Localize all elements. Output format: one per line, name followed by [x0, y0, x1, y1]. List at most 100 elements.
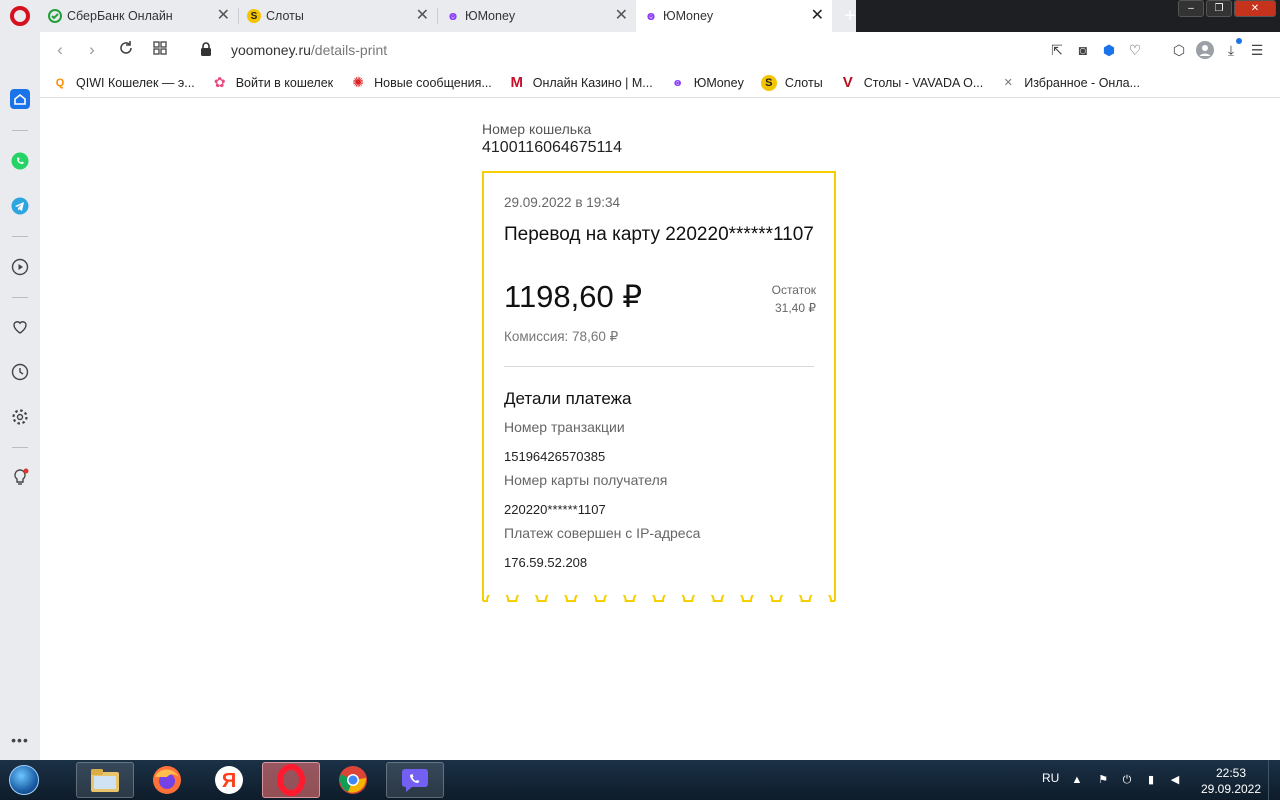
close-icon[interactable]: ✕ — [615, 8, 628, 24]
opera-menu-button[interactable] — [0, 0, 40, 32]
flag-icon[interactable]: ⚑ — [1096, 773, 1110, 787]
address-actions: ⇱ ◙ ⬢ ♡ ⬡ ⤓ ☰ — [1046, 38, 1268, 62]
minimize-button[interactable]: – — [1178, 0, 1204, 17]
opera-logo-icon — [10, 6, 30, 26]
back-button[interactable]: ‹ — [50, 40, 70, 60]
tab-title: СберБанк Онлайн — [67, 9, 173, 23]
taskbar-opera[interactable] — [262, 762, 320, 798]
new-tab-button[interactable]: + — [838, 4, 862, 28]
window-close-button[interactable]: ✕ — [1234, 0, 1276, 17]
bookmark-casino[interactable]: M Онлайн Казино | М... — [509, 74, 653, 91]
bookmark-qiwi[interactable]: Q QIWI Кошелек — э... — [52, 75, 195, 91]
onex-icon: ✕ — [1003, 77, 1013, 89]
yoomoney-icon: ꙩ — [673, 77, 682, 89]
sidebar-tips[interactable] — [9, 467, 31, 489]
chevron-right-icon: › — [89, 40, 95, 59]
sidebar-telegram[interactable] — [9, 195, 31, 217]
bookmark-messages[interactable]: ✺ Новые сообщения... — [350, 74, 492, 91]
tab-yoomoney-1[interactable]: ꙩ ЮMoney ✕ — [438, 0, 636, 32]
camera-icon[interactable]: ◙ — [1072, 38, 1094, 62]
bookmark-label: QIWI Кошелек — э... — [76, 75, 195, 90]
heart-icon[interactable]: ♡ — [1124, 38, 1146, 62]
address-bar: ‹ › yoomoney.ru/details-print ⇱ ◙ ⬢ ♡ ⬡ … — [40, 32, 1280, 68]
bookmark-vavada[interactable]: V Столы - VAVADA O... — [840, 74, 984, 91]
chevron-up-icon[interactable]: ▲ — [1070, 773, 1084, 787]
sidebar-home[interactable] — [9, 88, 31, 110]
tab-sberbank[interactable]: СберБанк Онлайн ✕ — [40, 0, 238, 32]
tab-yoomoney-active[interactable]: ꙩ ЮMoney ✕ — [636, 0, 832, 32]
close-icon[interactable]: ✕ — [811, 8, 824, 24]
show-desktop-button[interactable] — [1268, 760, 1280, 800]
share-icon[interactable]: ⇱ — [1046, 38, 1068, 62]
volume-icon[interactable]: ◀ — [1168, 773, 1182, 787]
v-logo-icon: V — [842, 74, 853, 91]
start-button[interactable] — [4, 762, 44, 798]
detail-label: Номер транзакции — [504, 419, 625, 435]
bookmark-label: Новые сообщения... — [374, 75, 492, 90]
bookmark-slots[interactable]: S Слоты — [760, 74, 823, 91]
tab-title: Слоты — [266, 9, 304, 23]
power-icon[interactable]: ⏻ — [1120, 773, 1134, 787]
receipt-date: 29.09.2022 в 19:34 — [504, 195, 621, 210]
url-domain: yoomoney.ru — [231, 42, 311, 58]
chevron-left-icon: ‹ — [57, 40, 63, 59]
cube-icon[interactable]: ⬡ — [1168, 38, 1190, 62]
network-icon[interactable]: ▮ — [1144, 773, 1158, 787]
clock-icon — [11, 363, 29, 381]
detail-value: 220220******1107 — [504, 502, 606, 517]
system-clock[interactable]: 22:53 29.09.2022 — [1196, 765, 1266, 797]
sidebar-more[interactable]: ••• — [9, 729, 31, 751]
grid-icon — [153, 41, 167, 55]
sidebar-history[interactable] — [9, 361, 31, 383]
sidebar-player[interactable] — [9, 256, 31, 278]
gear-icon — [12, 409, 28, 425]
clock-time: 22:53 — [1215, 766, 1247, 780]
receipt-scalloped-edge — [482, 595, 836, 602]
qiwi-icon: Q — [55, 76, 65, 89]
bookmark-label: Слоты — [784, 75, 823, 90]
reload-button[interactable] — [116, 40, 136, 60]
speed-dial-button[interactable] — [150, 40, 170, 60]
bookmark-label: ЮMoney — [693, 75, 744, 90]
taskbar-yandex[interactable]: Я — [200, 762, 258, 798]
sidebar-settings[interactable] — [9, 406, 31, 428]
taskbar-firefox[interactable] — [138, 762, 196, 798]
maximize-button[interactable]: ❐ — [1206, 0, 1232, 17]
url-path: /details-print — [310, 42, 388, 58]
folder-icon — [91, 769, 119, 792]
forward-button[interactable]: › — [82, 40, 102, 60]
bookmark-login[interactable]: ✿ Войти в кошелек — [212, 74, 333, 91]
url-field[interactable]: yoomoney.ru/details-print — [231, 42, 387, 58]
close-icon[interactable]: ✕ — [416, 8, 429, 24]
sidebar-whatsapp[interactable] — [9, 150, 31, 172]
opera-sidebar: ••• — [0, 32, 40, 760]
taskbar-chrome[interactable] — [324, 762, 382, 798]
slots-icon: S — [760, 74, 777, 91]
ring-icon: ✺ — [352, 74, 364, 90]
tab-slots[interactable]: S Слоты ✕ — [239, 0, 437, 32]
bookmark-favorites[interactable]: ✕ Избранное - Онла... — [1000, 75, 1140, 91]
close-icon[interactable]: ✕ — [217, 8, 230, 24]
taskbar-explorer[interactable] — [76, 762, 134, 798]
whatsapp-icon — [11, 152, 29, 170]
download-icon[interactable]: ⤓ — [1220, 38, 1242, 62]
detail-value: 176.59.52.208 — [504, 555, 588, 570]
menu-icon[interactable]: ☰ — [1246, 38, 1268, 62]
balance-value: 31,40 ₽ — [775, 301, 816, 315]
sidebar-favorites[interactable] — [9, 316, 31, 338]
detail-label: Платеж совершен с IP-адреса — [504, 525, 701, 541]
avatar[interactable] — [1194, 38, 1216, 62]
taskbar-viber[interactable] — [386, 762, 444, 798]
balance-label: Остаток — [771, 283, 816, 297]
clock-date: 29.09.2022 — [1200, 782, 1262, 796]
lock-icon[interactable] — [200, 42, 214, 58]
tab-title: ЮMoney — [465, 9, 516, 23]
details-section-title: Детали платежа — [504, 389, 632, 408]
language-indicator[interactable]: RU — [1042, 771, 1059, 785]
firefox-icon — [153, 766, 181, 794]
telegram-icon — [11, 197, 29, 215]
bookmark-yoomoney[interactable]: ꙩ ЮMoney — [670, 75, 744, 91]
windows-logo-icon — [9, 765, 39, 795]
shield-icon[interactable]: ⬢ — [1098, 38, 1120, 62]
receipt-fee: Комиссия: 78,60 ₽ — [504, 329, 619, 344]
